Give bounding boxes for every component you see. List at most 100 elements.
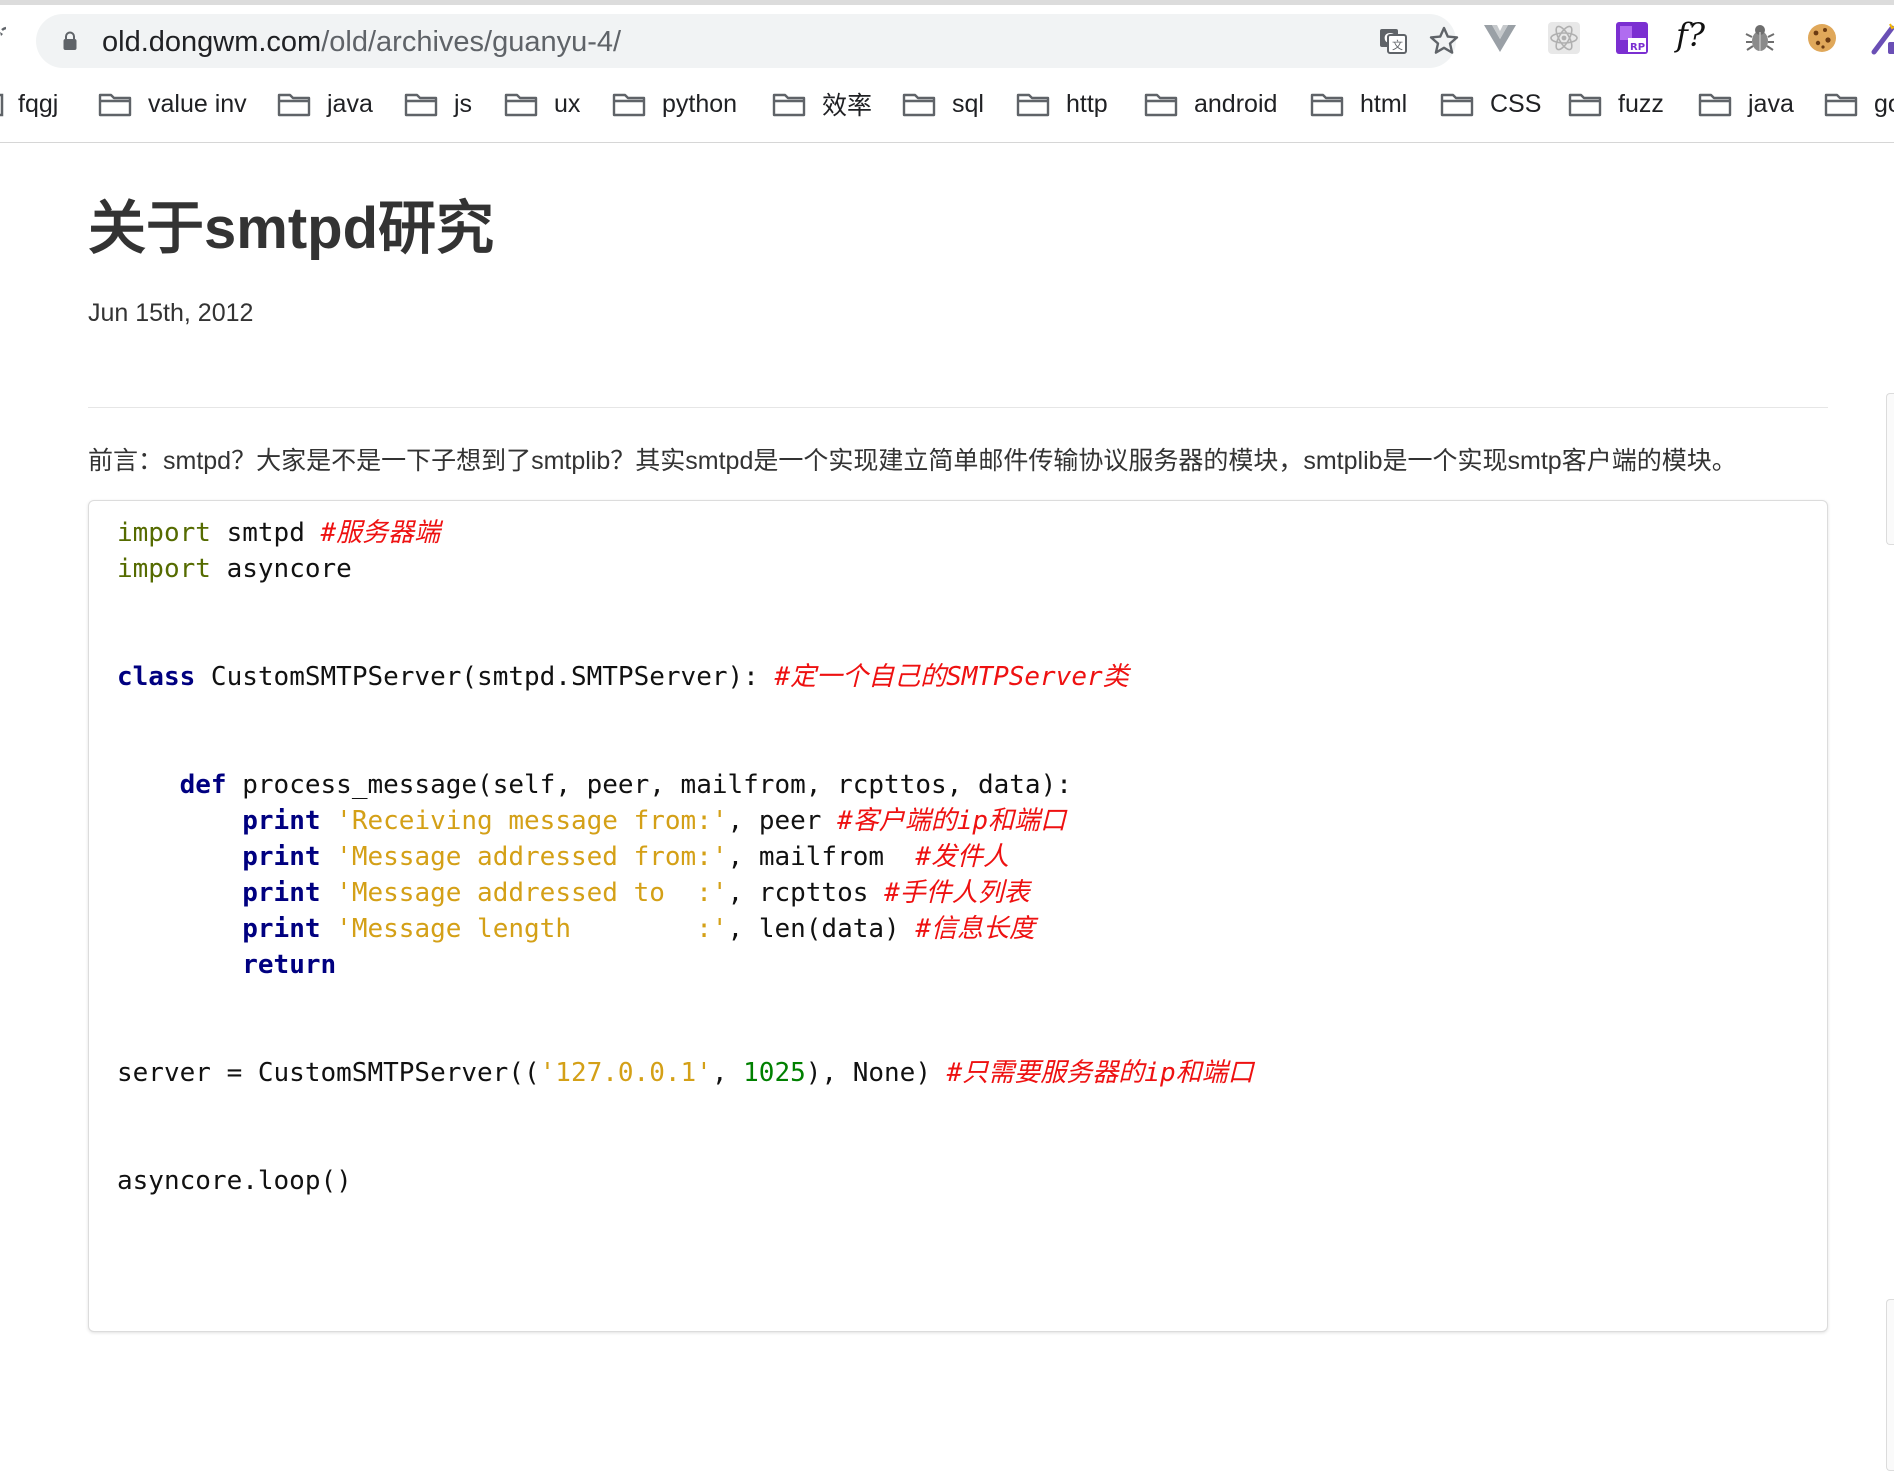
bookmark-folder[interactable]: sql	[902, 80, 984, 128]
folder-icon	[504, 93, 538, 117]
magic-wand-icon[interactable]	[1866, 20, 1894, 56]
rp-extension-icon[interactable]: RP	[1614, 20, 1650, 56]
bookmark-folder[interactable]: go	[1824, 80, 1894, 128]
bookmark-label: 效率	[822, 92, 873, 120]
divider	[88, 407, 1828, 408]
code-token-com: #定一个自己的SMTPServer类	[774, 662, 1129, 692]
code-token-com: #信息长度	[915, 914, 1036, 944]
code-token-plain: server = CustomSMTPServer((	[117, 1058, 540, 1088]
folder-icon	[1016, 93, 1050, 117]
bookmarks-bar: fqgj value inv java js ux python 效率 sql	[0, 80, 1894, 128]
bookmark-label: python	[662, 89, 738, 118]
code-line: server = CustomSMTPServer(('127.0.0.1', …	[117, 1055, 1254, 1091]
folder-icon	[612, 93, 646, 117]
bug-extension-icon[interactable]	[1742, 20, 1778, 56]
bookmark-folder[interactable]: fqgj	[0, 80, 58, 128]
bookmark-star-icon[interactable]	[1428, 25, 1460, 57]
bookmark-folder[interactable]: http	[1016, 80, 1108, 128]
code-token-plain: ,	[711, 1058, 744, 1088]
react-devtools-icon[interactable]	[1546, 20, 1582, 56]
bookmark-folder[interactable]: java	[277, 80, 373, 128]
folder-icon	[1144, 93, 1178, 117]
bookmark-label: js	[454, 89, 473, 118]
function-extension-icon[interactable]: f?	[1676, 16, 1722, 54]
code-line: import asyncore	[117, 551, 1254, 587]
code-token-kw: print	[242, 914, 321, 944]
page-title: 关于smtpd研究	[88, 196, 495, 261]
intro-paragraph: 前言：smtpd？大家是不是一下子想到了smtplib？其实smtpd是一个实现…	[88, 447, 1737, 475]
code-token-com: #客户端的ip和端口	[837, 806, 1067, 836]
browser-chrome: old.dongwm.com/old/archives/guanyu-4/ G …	[0, 0, 1894, 143]
code-line: print 'Message addressed from:', mailfro…	[117, 839, 1254, 875]
vue-devtools-icon[interactable]	[1482, 20, 1518, 56]
code-line: return	[117, 947, 1254, 983]
code-token-plain: , rcpttos	[727, 878, 885, 908]
code-token-kw: print	[242, 806, 321, 836]
code-token-plain: asyncore	[210, 554, 352, 584]
folder-icon	[1310, 93, 1344, 117]
folder-icon	[1698, 93, 1732, 117]
code-token-str: 'Receiving message from:'	[336, 806, 728, 836]
code-line: class CustomSMTPServer(smtpd.SMTPServer)…	[117, 659, 1254, 695]
url-text[interactable]: old.dongwm.com/old/archives/guanyu-4/	[102, 27, 621, 57]
code-token-imp: import	[117, 518, 211, 548]
bookmark-folder[interactable]: value inv	[98, 80, 247, 128]
code-token-kw: return	[242, 950, 337, 980]
bookmark-folder[interactable]: ux	[504, 80, 580, 128]
code-line: import smtpd #服务器端	[117, 515, 1254, 551]
folder-icon	[0, 93, 4, 117]
cookie-extension-icon[interactable]	[1804, 20, 1840, 56]
code-token-kw: print	[242, 842, 321, 872]
bookmark-folder[interactable]: html	[1310, 80, 1407, 128]
code-line: print 'Receiving message from:', peer #客…	[117, 803, 1254, 839]
code-token-com: #手件人列表	[884, 878, 1030, 908]
code-token-kw: print	[242, 878, 321, 908]
reload-icon-edge[interactable]	[0, 26, 6, 50]
bookmark-folder[interactable]: fuzz	[1568, 80, 1664, 128]
translate-icon[interactable]: G 文	[1378, 26, 1408, 56]
bookmark-folder[interactable]: js	[404, 80, 472, 128]
lock-icon[interactable]	[62, 31, 78, 51]
code-token-plain: , peer	[727, 806, 838, 836]
code-token-com: #服务器端	[320, 518, 441, 548]
code-token-kw: def	[179, 770, 227, 800]
svg-text:文: 文	[1392, 38, 1403, 52]
bookmark-label: android	[1194, 89, 1278, 118]
code-lines: import smtpd #服务器端 import asyncore class C…	[117, 515, 1254, 1199]
code-line: print 'Message addressed to :', rcpttos …	[117, 875, 1254, 911]
code-token-num: 1025	[743, 1058, 806, 1088]
bookmark-label: http	[1066, 89, 1108, 118]
side-panel-edge	[1886, 393, 1894, 545]
bookmark-folder[interactable]: 效率	[772, 80, 872, 128]
code-token-plain: process_message(self, peer, mailfrom, rc…	[226, 770, 1072, 800]
code-token-str: 'Message addressed to :'	[336, 878, 728, 908]
address-bar[interactable]: old.dongwm.com/old/archives/guanyu-4/ G …	[36, 14, 1459, 68]
url-path: /old/archives/guanyu-4/	[321, 26, 622, 58]
bookmark-folder[interactable]: python	[612, 80, 737, 128]
code-token-kw: class	[117, 662, 196, 692]
bookmark-folder[interactable]: CSS	[1440, 80, 1541, 128]
bookmark-label: fuzz	[1618, 89, 1664, 118]
code-line: asyncore.loop()	[117, 1163, 1254, 1199]
code-token-plain: , len(data)	[727, 914, 916, 944]
bookmark-folder[interactable]: android	[1144, 80, 1277, 128]
bookmark-folder[interactable]: java	[1698, 80, 1794, 128]
folder-icon	[772, 93, 806, 117]
bookmark-label: CSS	[1490, 89, 1542, 118]
folder-icon	[98, 93, 132, 117]
folder-icon	[1568, 93, 1602, 117]
